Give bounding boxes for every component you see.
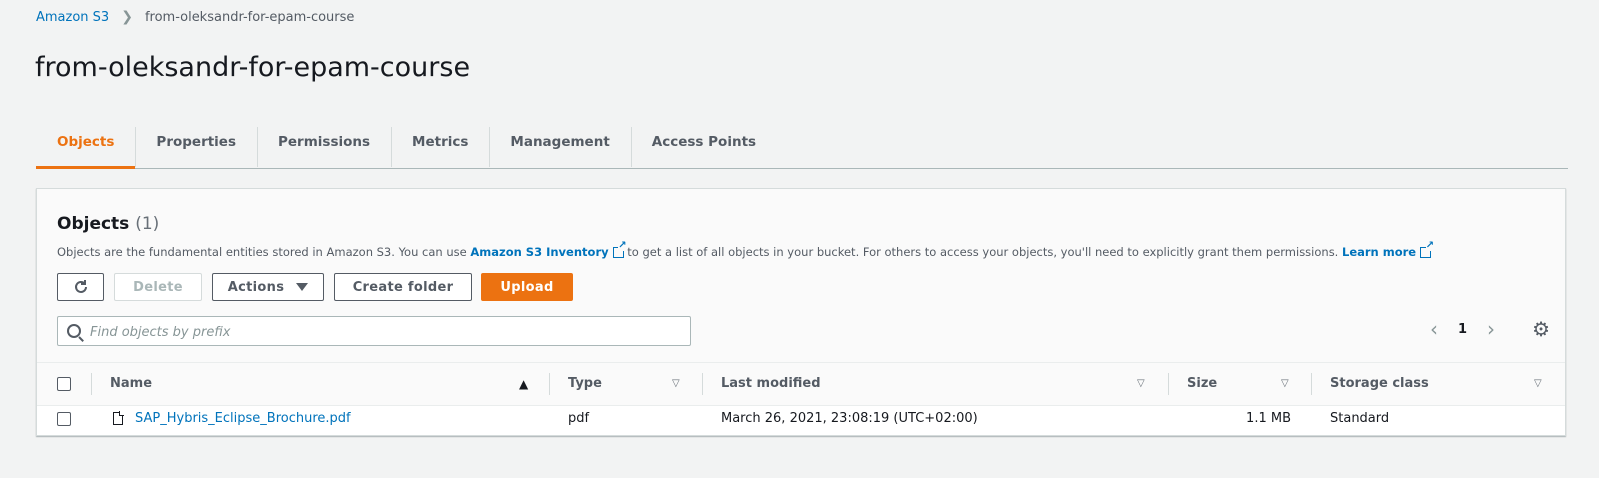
refresh-icon	[74, 280, 87, 293]
chevron-left-icon[interactable]: ‹	[1430, 317, 1438, 341]
sort-icon[interactable]: ▽	[672, 363, 680, 405]
description-text-1: Objects are the fundamental entities sto…	[57, 245, 471, 259]
table-header: Name ▲ Type ▽ Last modified ▽ Size ▽ Sto…	[37, 362, 1565, 406]
external-link-icon	[1420, 241, 1435, 258]
file-icon	[113, 411, 124, 425]
tab-management[interactable]: Management	[489, 125, 630, 167]
gear-icon[interactable]: ⚙	[1532, 317, 1550, 341]
search-input[interactable]	[88, 321, 682, 343]
tab-bar: Objects Properties Permissions Metrics M…	[36, 122, 1568, 169]
upload-button[interactable]: Upload	[481, 273, 573, 301]
table-row[interactable]: SAP_Hybris_Eclipse_Brochure.pdf pdf Marc…	[37, 404, 1565, 434]
column-divider	[702, 373, 703, 395]
sort-icon[interactable]: ▽	[1534, 363, 1542, 405]
object-last-modified: March 26, 2021, 23:08:19 (UTC+02:00)	[721, 411, 978, 426]
breadcrumb-root-link[interactable]: Amazon S3	[36, 10, 109, 25]
column-header-storage-class[interactable]: Storage class	[1330, 363, 1429, 405]
column-divider	[1311, 373, 1312, 395]
tab-permissions[interactable]: Permissions	[257, 125, 391, 167]
tab-objects[interactable]: Objects	[36, 125, 136, 169]
page-title: from-oleksandr-for-epam-course	[35, 52, 471, 83]
objects-panel-header: Objects (1) Objects are the fundamental …	[37, 189, 1565, 362]
search-box	[57, 316, 691, 346]
external-link-icon	[612, 241, 627, 258]
objects-title-text: Objects	[57, 214, 130, 234]
breadcrumb-current: from-oleksandr-for-epam-course	[144, 9, 355, 25]
column-header-type[interactable]: Type	[568, 363, 602, 405]
tab-properties[interactable]: Properties	[135, 125, 257, 167]
column-header-name[interactable]: Name	[110, 363, 152, 405]
objects-panel: Objects (1) Objects are the fundamental …	[36, 188, 1566, 436]
search-icon	[67, 324, 81, 338]
s3-inventory-link[interactable]: Amazon S3 Inventory	[470, 245, 608, 259]
objects-count: (1)	[135, 214, 160, 234]
column-header-last-modified[interactable]: Last modified	[721, 363, 821, 405]
select-all-checkbox[interactable]	[57, 377, 71, 391]
column-divider	[91, 373, 92, 395]
tab-metrics[interactable]: Metrics	[391, 125, 489, 167]
actions-dropdown-button[interactable]: Actions	[212, 273, 324, 301]
objects-panel-title: Objects (1)	[57, 214, 159, 234]
column-divider	[1168, 373, 1169, 395]
object-type: pdf	[568, 411, 590, 426]
chevron-right-icon: ❯	[121, 9, 133, 25]
object-name-link[interactable]: SAP_Hybris_Eclipse_Brochure.pdf	[135, 404, 351, 434]
object-storage-class: Standard	[1330, 411, 1390, 426]
actions-label: Actions	[227, 279, 285, 295]
chevron-right-icon[interactable]: ›	[1487, 317, 1495, 341]
caret-down-icon	[296, 283, 309, 291]
delete-button[interactable]: Delete	[114, 273, 202, 301]
tab-access-points[interactable]: Access Points	[630, 125, 777, 167]
sort-icon[interactable]: ▽	[1137, 363, 1145, 405]
sort-ascending-icon[interactable]: ▲	[519, 363, 528, 405]
objects-description: Objects are the fundamental entities sto…	[57, 241, 1435, 259]
column-divider	[549, 373, 550, 395]
pagination: ‹ 1 ›	[1430, 317, 1495, 341]
create-folder-button[interactable]: Create folder	[334, 273, 472, 301]
object-size: 1.1 MB	[1246, 411, 1291, 426]
learn-more-link[interactable]: Learn more	[1342, 245, 1416, 259]
breadcrumb: Amazon S3 ❯ from-oleksandr-for-epam-cour…	[36, 9, 354, 25]
row-checkbox[interactable]	[57, 412, 71, 426]
refresh-button[interactable]	[57, 273, 104, 301]
page-number[interactable]: 1	[1458, 322, 1467, 337]
description-text-2: to get a list of all objects in your buc…	[623, 245, 1342, 259]
column-header-size[interactable]: Size	[1187, 363, 1217, 405]
sort-icon[interactable]: ▽	[1281, 363, 1289, 405]
